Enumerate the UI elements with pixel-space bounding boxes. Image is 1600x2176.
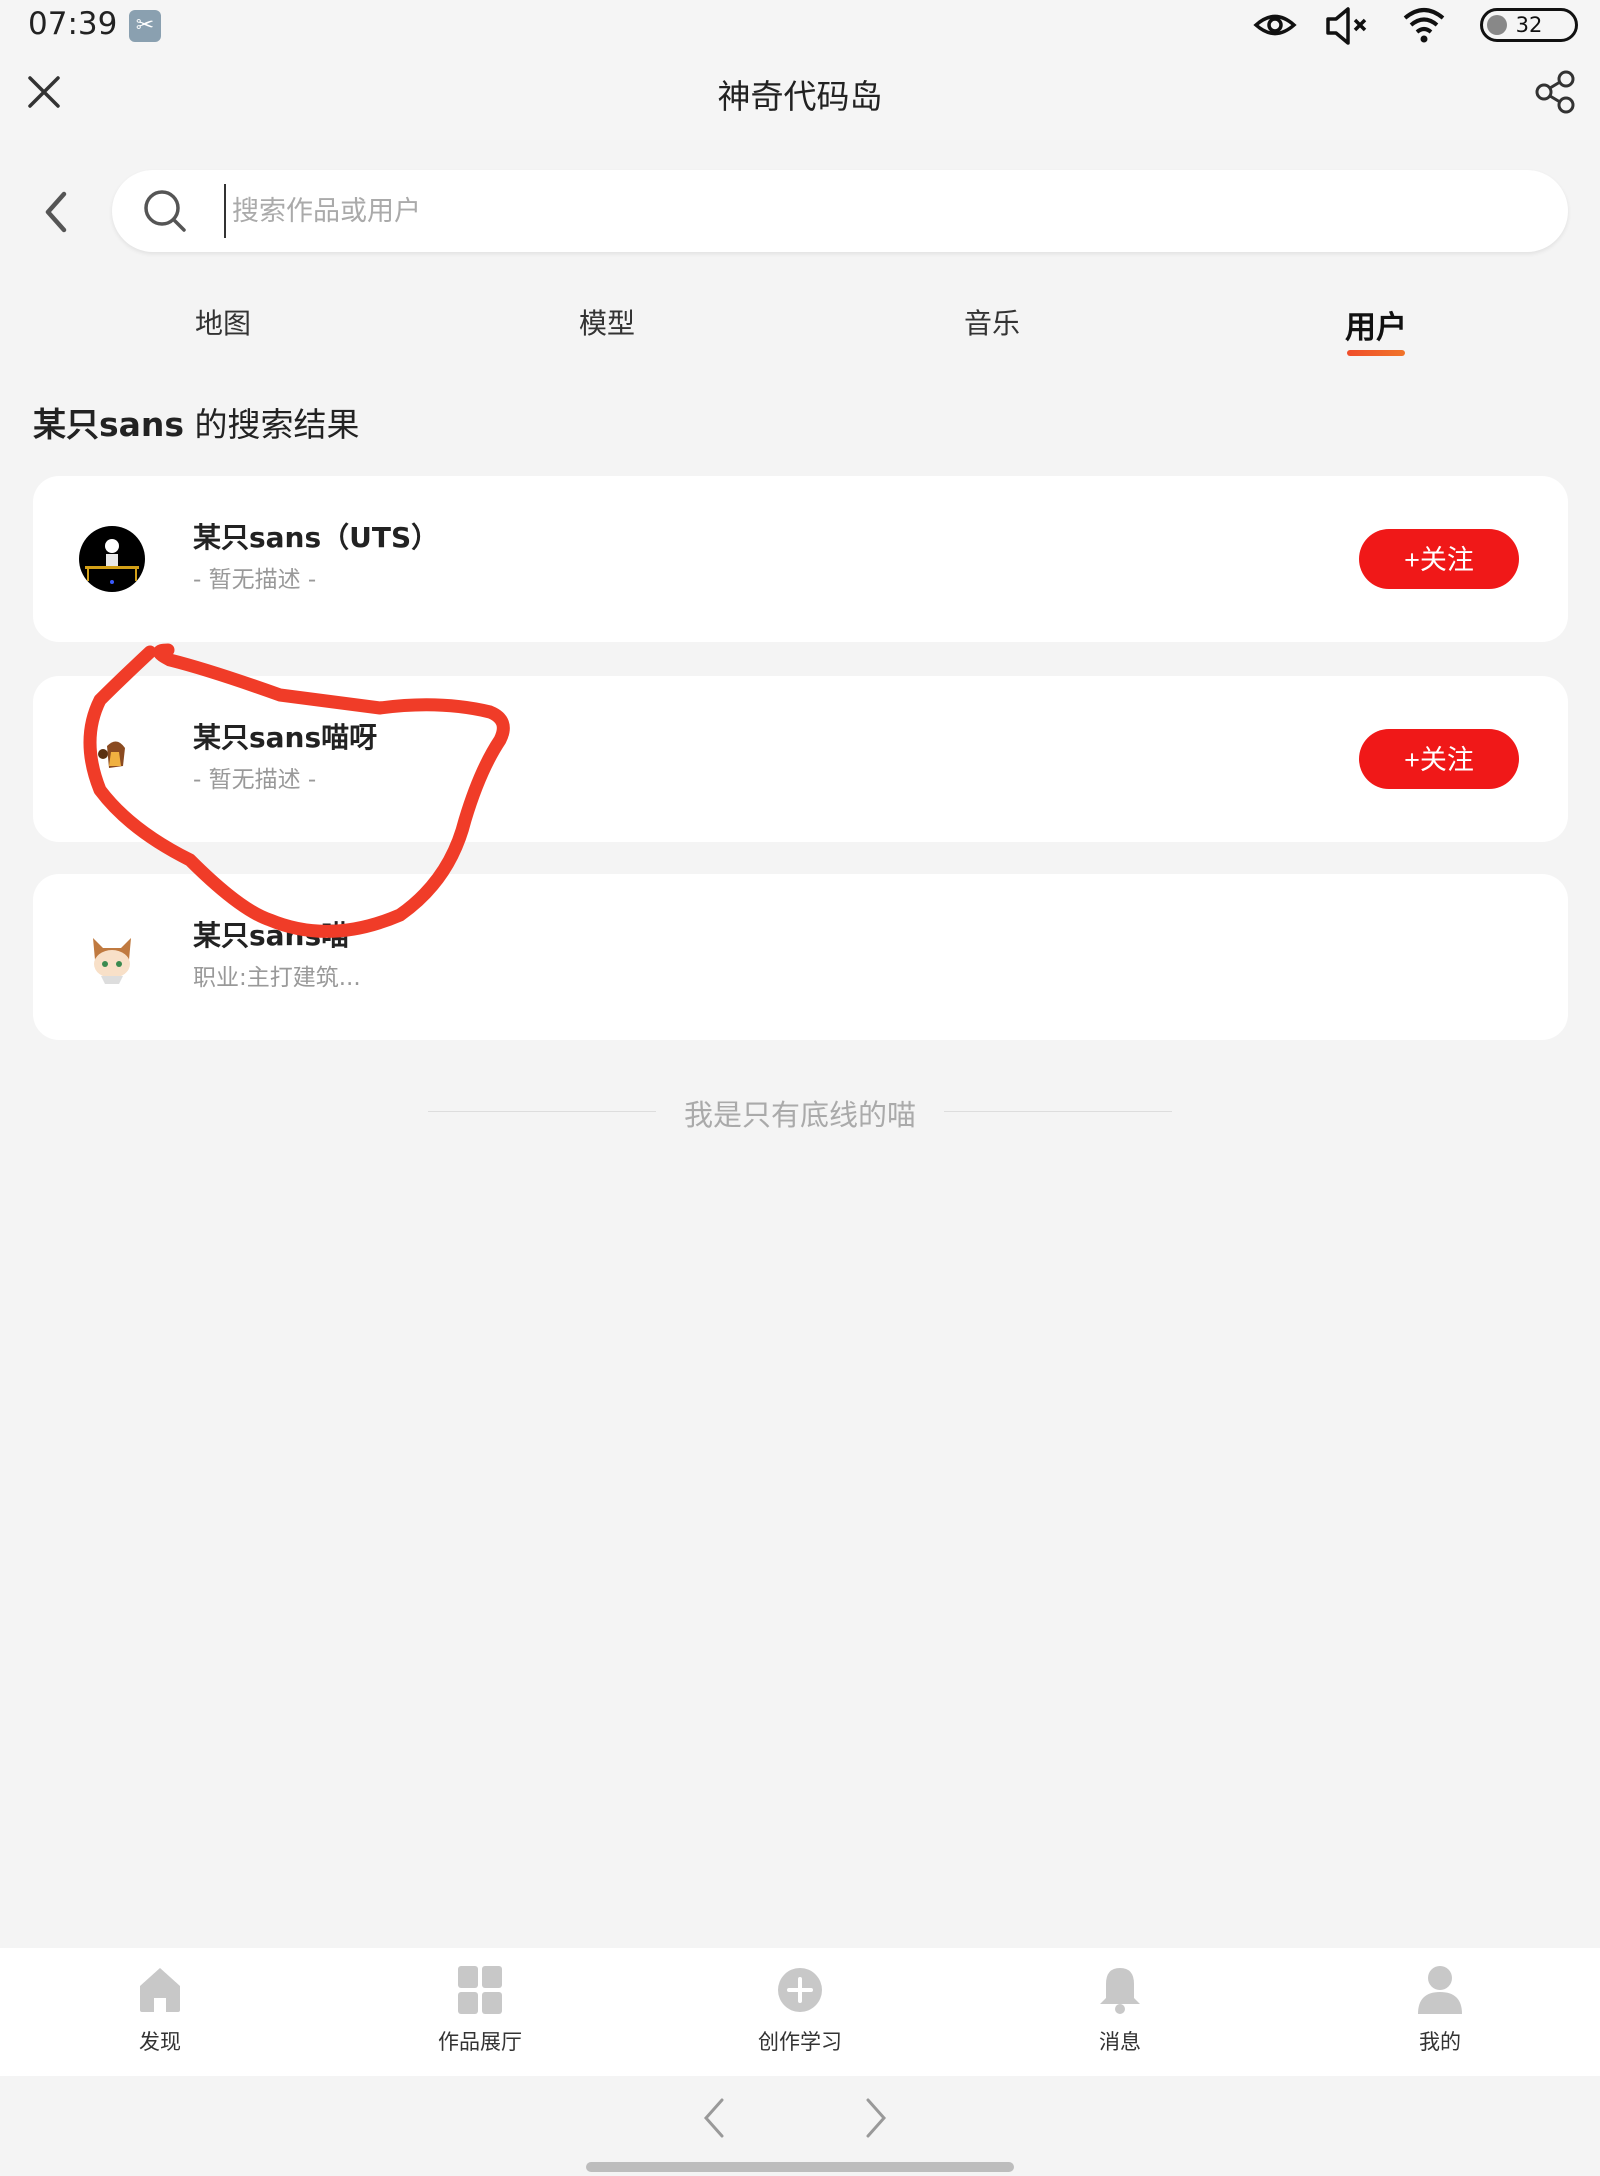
follow-button[interactable]: +关注 bbox=[1359, 529, 1519, 589]
tab-user[interactable]: 用户 bbox=[1286, 302, 1466, 347]
status-time: 07:39 bbox=[28, 6, 118, 42]
scissors-icon: ✂ bbox=[129, 10, 161, 42]
chevron-left-icon[interactable] bbox=[700, 2096, 730, 2140]
nav-me[interactable]: 我的 bbox=[1340, 1948, 1540, 2076]
battery-indicator: 32 bbox=[1480, 8, 1578, 42]
nav-label: 作品展厅 bbox=[438, 2030, 522, 2054]
page-title: 神奇代码岛 bbox=[717, 77, 883, 116]
nav-label: 创作学习 bbox=[758, 2030, 842, 2054]
user-name: 某只sans喵 bbox=[193, 919, 350, 952]
user-description: 职业:主打建筑... bbox=[193, 965, 361, 991]
nav-label: 我的 bbox=[1419, 2030, 1461, 2054]
follow-button[interactable]: +关注 bbox=[1359, 729, 1519, 789]
nav-label: 发现 bbox=[139, 2030, 181, 2054]
tab-music[interactable]: 音乐 bbox=[902, 302, 1082, 342]
user-card[interactable]: 某只sans喵呀 - 暂无描述 - +关注 bbox=[33, 676, 1568, 842]
mute-icon bbox=[1326, 7, 1367, 45]
avatar bbox=[79, 726, 145, 792]
eye-icon bbox=[1253, 14, 1297, 36]
active-tab-indicator bbox=[1347, 350, 1405, 356]
share-icon[interactable] bbox=[1532, 68, 1580, 116]
tab-map[interactable]: 地图 bbox=[133, 302, 313, 342]
divider bbox=[428, 1111, 656, 1112]
back-icon[interactable] bbox=[36, 188, 76, 236]
status-bar: 07:39 ✂ 32 bbox=[0, 0, 1600, 52]
chevron-right-icon[interactable] bbox=[860, 2096, 890, 2140]
title-bar: 神奇代码岛 bbox=[0, 52, 1600, 140]
grid-icon bbox=[458, 1966, 502, 2014]
close-icon[interactable] bbox=[22, 70, 66, 114]
plus-circle-icon bbox=[778, 1968, 822, 2012]
user-name: 某只sans（UTS） bbox=[193, 521, 440, 554]
wifi-icon bbox=[1403, 8, 1445, 43]
end-of-list-text: 我是只有底线的喵 bbox=[683, 1098, 916, 1132]
nav-create[interactable]: 创作学习 bbox=[700, 1948, 900, 2076]
nav-label: 消息 bbox=[1099, 2030, 1141, 2054]
bell-icon bbox=[1100, 1968, 1140, 2014]
bottom-nav: 发现 作品展厅 创作学习 消息 我的 bbox=[0, 1948, 1600, 2076]
home-indicator[interactable] bbox=[586, 2162, 1014, 2172]
avatar bbox=[79, 924, 145, 990]
battery-percent: 32 bbox=[1515, 13, 1543, 37]
search-input[interactable] bbox=[224, 184, 1532, 238]
search-bar[interactable] bbox=[112, 170, 1568, 252]
user-icon bbox=[1418, 1966, 1462, 2014]
nav-discover[interactable]: 发现 bbox=[60, 1948, 260, 2076]
user-description: - 暂无描述 - bbox=[193, 767, 317, 793]
results-suffix: 的搜索结果 bbox=[184, 405, 360, 444]
tab-model[interactable]: 模型 bbox=[517, 302, 697, 342]
search-query: 某只sans bbox=[33, 405, 185, 444]
home-icon bbox=[140, 1968, 180, 2012]
results-heading: 某只sans 的搜索结果 bbox=[33, 398, 360, 446]
user-name: 某只sans喵呀 bbox=[193, 721, 378, 754]
user-card[interactable]: 某只sans喵 职业:主打建筑... bbox=[33, 874, 1568, 1040]
avatar bbox=[79, 526, 145, 592]
nav-messages[interactable]: 消息 bbox=[1020, 1948, 1220, 2076]
nav-gallery[interactable]: 作品展厅 bbox=[380, 1948, 580, 2076]
system-nav bbox=[0, 2076, 1600, 2176]
user-card[interactable]: 某只sans（UTS） - 暂无描述 - +关注 bbox=[33, 476, 1568, 642]
divider bbox=[944, 1111, 1172, 1112]
user-description: - 暂无描述 - bbox=[193, 567, 317, 593]
search-icon bbox=[144, 190, 186, 232]
